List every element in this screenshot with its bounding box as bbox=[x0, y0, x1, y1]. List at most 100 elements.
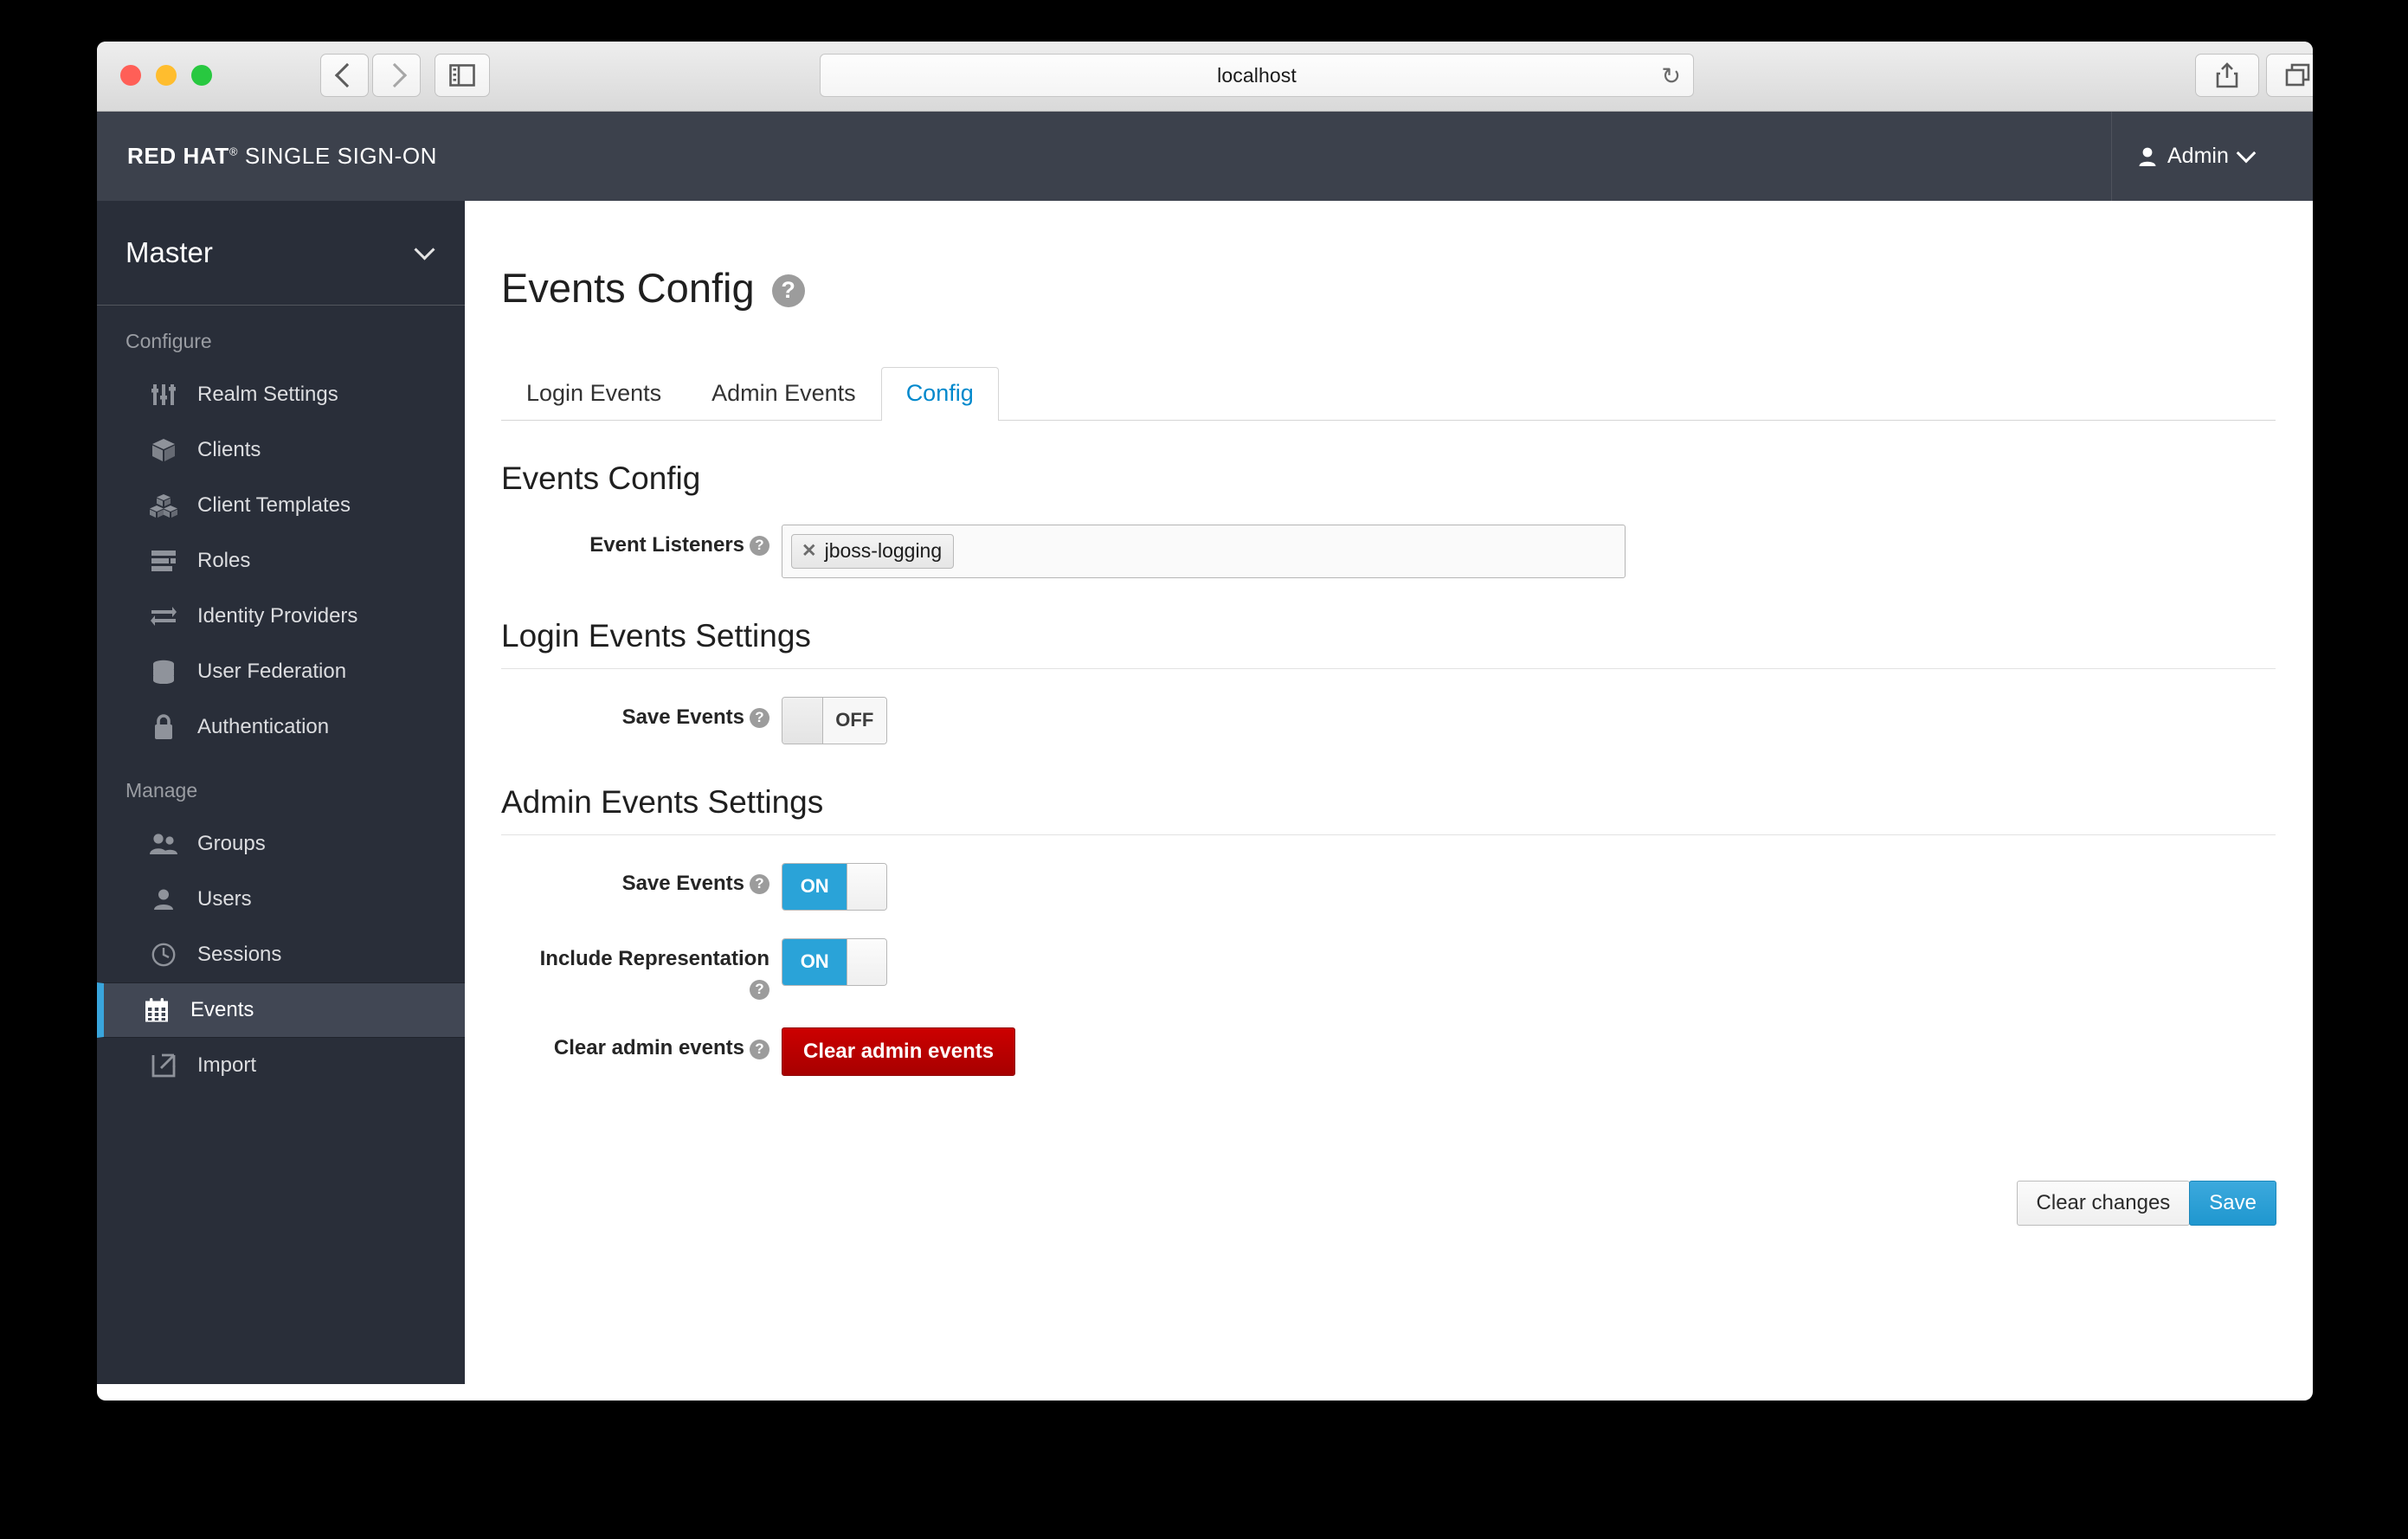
page-title: Events Config bbox=[501, 265, 755, 312]
help-circle-icon[interactable]: ? bbox=[750, 874, 769, 895]
user-icon bbox=[149, 888, 178, 911]
sidebar-item-events[interactable]: Events bbox=[97, 982, 465, 1038]
sidebar-item-label: Clients bbox=[197, 438, 261, 461]
sidebar-item-client-templates[interactable]: Client Templates bbox=[97, 478, 465, 533]
chevron-left-icon bbox=[334, 62, 359, 88]
sidebar-toggle-icon bbox=[449, 64, 475, 87]
help-circle-icon[interactable]: ? bbox=[750, 1039, 769, 1059]
cubes-icon bbox=[149, 493, 178, 518]
sidebar-item-groups[interactable]: Groups bbox=[97, 816, 465, 872]
brand-secondary: SINGLE SIGN-ON bbox=[244, 143, 438, 169]
sidebar-toggle-button[interactable] bbox=[435, 54, 490, 97]
sidebar-item-label: Authentication bbox=[197, 715, 330, 738]
calendar-icon bbox=[142, 998, 171, 1022]
minimize-window-button[interactable] bbox=[156, 65, 177, 86]
tab-config[interactable]: Config bbox=[880, 366, 999, 421]
chevron-right-icon bbox=[382, 62, 407, 88]
main-content: Events Config ? Login Events Admin Events… bbox=[465, 201, 2313, 1384]
sidebar-item-user-federation[interactable]: User Federation bbox=[97, 644, 465, 699]
toggle-state-label: OFF bbox=[822, 697, 886, 744]
back-button[interactable] bbox=[320, 54, 369, 97]
url-bar[interactable]: localhost ↻ bbox=[820, 54, 1694, 97]
sidebar-item-users[interactable]: Users bbox=[97, 872, 465, 927]
app-body: Master Configure Realm Settings Clients Cli… bbox=[97, 201, 2313, 1384]
tab-strip: Login Events Admin Events Config bbox=[501, 366, 2276, 421]
share-icon bbox=[2216, 62, 2238, 88]
exchange-icon bbox=[149, 606, 178, 627]
admin-save-events-label-group: Save Events? bbox=[501, 863, 782, 898]
sliders-icon bbox=[149, 383, 178, 407]
clear-changes-button[interactable]: Clear changes bbox=[2016, 1181, 2191, 1226]
app-masthead: RED HAT® SINGLE SIGN-ON Admin bbox=[97, 112, 2313, 201]
import-icon bbox=[149, 1053, 178, 1078]
help-circle-icon[interactable]: ? bbox=[750, 536, 769, 557]
user-menu[interactable]: Admin bbox=[2111, 112, 2313, 201]
tab-admin-events[interactable]: Admin Events bbox=[686, 367, 881, 421]
help-circle-icon[interactable]: ? bbox=[771, 274, 805, 307]
admin-save-events-toggle[interactable]: ON bbox=[782, 862, 887, 911]
include-representation-row: Include Representation ? ON bbox=[501, 937, 2313, 1001]
sidebar-item-label: User Federation bbox=[197, 660, 347, 683]
user-icon bbox=[2139, 147, 2156, 166]
tabs-overview-button[interactable] bbox=[2266, 54, 2313, 97]
sidebar-item-identity-providers[interactable]: Identity Providers bbox=[97, 589, 465, 644]
event-listeners-label: Event Listeners bbox=[589, 532, 744, 557]
tab-login-events[interactable]: Login Events bbox=[501, 367, 686, 421]
maximize-window-button[interactable] bbox=[191, 65, 212, 86]
sidebar-item-label: Client Templates bbox=[197, 493, 351, 517]
tabs-overview-icon bbox=[2285, 63, 2310, 87]
sidebar-nav: Configure Realm Settings Clients Client Tem… bbox=[97, 306, 465, 1093]
realm-selector[interactable]: Master bbox=[97, 201, 465, 306]
page-actions: Clear changes Save bbox=[2016, 1181, 2276, 1226]
url-text: localhost bbox=[1217, 63, 1297, 87]
login-save-events-label-group: Save Events? bbox=[501, 697, 782, 731]
forward-button[interactable] bbox=[372, 54, 421, 97]
help-circle-icon[interactable]: ? bbox=[750, 980, 769, 1001]
include-representation-label: Include Representation bbox=[539, 946, 769, 970]
sidebar-item-label: Events bbox=[190, 998, 254, 1021]
sidebar-item-import[interactable]: Import bbox=[97, 1038, 465, 1093]
brand-primary: RED HAT bbox=[127, 143, 229, 169]
event-listeners-input[interactable]: ✕ jboss-logging bbox=[782, 524, 1626, 578]
sidebar-item-authentication[interactable]: Authentication bbox=[97, 699, 465, 755]
brand-logo[interactable]: RED HAT® SINGLE SIGN-ON bbox=[127, 143, 437, 170]
toggle-knob bbox=[847, 938, 886, 985]
sidebar-item-label: Identity Providers bbox=[197, 604, 358, 628]
nav-group-title: Manage bbox=[126, 779, 198, 802]
include-representation-label-group: Include Representation ? bbox=[501, 938, 782, 1001]
sidebar-item-roles[interactable]: Roles bbox=[97, 533, 465, 589]
sidebar-item-sessions[interactable]: Sessions bbox=[97, 927, 465, 982]
clock-icon bbox=[149, 943, 178, 967]
close-window-button[interactable] bbox=[120, 65, 141, 86]
save-button[interactable]: Save bbox=[2189, 1181, 2276, 1226]
cube-icon bbox=[149, 437, 178, 463]
sidebar-item-label: Realm Settings bbox=[197, 383, 338, 406]
chip-jboss-logging[interactable]: ✕ jboss-logging bbox=[791, 533, 955, 569]
sidebar-item-realm-settings[interactable]: Realm Settings bbox=[97, 367, 465, 422]
event-listeners-label-group: Event Listeners? bbox=[501, 525, 782, 559]
browser-toolbar: localhost ↻ + bbox=[97, 42, 2313, 112]
admin-save-events-label: Save Events bbox=[621, 871, 744, 895]
reload-icon[interactable]: ↻ bbox=[1661, 64, 1681, 88]
lock-icon bbox=[149, 714, 178, 740]
login-save-events-toggle[interactable]: OFF bbox=[782, 696, 887, 744]
clear-admin-events-button[interactable]: Clear admin events bbox=[782, 1027, 1016, 1077]
include-representation-toggle[interactable]: ON bbox=[782, 937, 887, 986]
chip-label: jboss-logging bbox=[824, 538, 943, 562]
browser-window: localhost ↻ + RED HAT® SINGLE SIGN-ON bbox=[97, 42, 2313, 1401]
chevron-down-icon bbox=[2236, 143, 2257, 164]
list-icon bbox=[149, 550, 178, 572]
close-icon[interactable]: ✕ bbox=[802, 540, 817, 562]
sidebar-item-label: Import bbox=[197, 1053, 257, 1077]
nav-group-title: Configure bbox=[126, 330, 212, 352]
toggle-state-label: ON bbox=[782, 863, 847, 910]
help-circle-icon[interactable]: ? bbox=[750, 708, 769, 729]
share-button[interactable] bbox=[2195, 54, 2259, 97]
sidebar-item-label: Sessions bbox=[197, 943, 282, 966]
login-events-settings-heading: Login Events Settings bbox=[501, 618, 2276, 669]
sidebar-item-clients[interactable]: Clients bbox=[97, 422, 465, 478]
sidebar-item-label: Users bbox=[197, 887, 252, 911]
database-icon bbox=[149, 660, 178, 684]
sidebar-item-label: Groups bbox=[197, 832, 266, 855]
window-controls bbox=[120, 65, 212, 86]
